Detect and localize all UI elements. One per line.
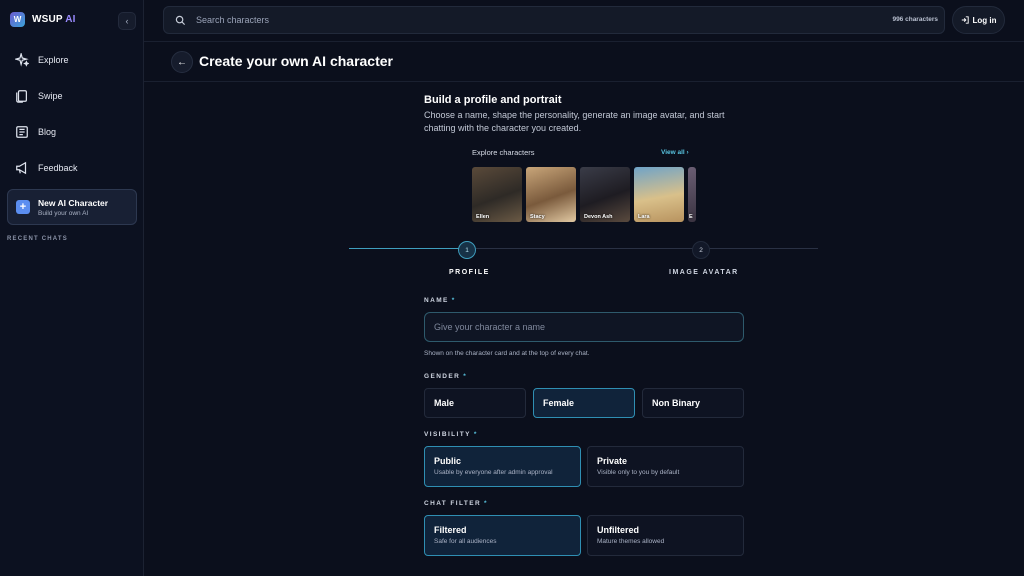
intro-description: Choose a name, shape the personality, ge…: [424, 110, 725, 133]
logo-icon: W: [10, 12, 25, 27]
step-2-label: IMAGE AVATAR: [669, 269, 739, 276]
intro-title: Build a profile and portrait: [424, 94, 562, 106]
view-all-label: View all: [661, 149, 685, 156]
back-button[interactable]: ←: [171, 51, 193, 73]
app-name: WSUP: [32, 14, 63, 25]
new-character-title: New AI Character: [38, 197, 109, 208]
app-name-accent: AI: [65, 14, 76, 25]
option-label: Male: [434, 398, 455, 408]
app-logo[interactable]: W WSUP AI: [10, 12, 76, 27]
option-subtitle: Usable by everyone after admin approval: [434, 469, 553, 476]
option-subtitle: Safe for all audiences: [434, 538, 497, 545]
character-name: Devon Ash: [584, 214, 613, 220]
character-name: Stacy: [530, 214, 545, 220]
character-card-partial[interactable]: E: [688, 167, 696, 222]
sidebar-item-label: Feedback: [38, 163, 78, 173]
recent-chats-label: RECENT CHATS: [7, 236, 68, 242]
name-hint: Shown on the character card and at the t…: [424, 350, 590, 357]
step-2-indicator[interactable]: 2: [692, 241, 710, 259]
view-all-link[interactable]: View all ›: [661, 149, 689, 156]
login-label: Log in: [972, 15, 997, 25]
newspaper-icon: [16, 126, 28, 138]
character-carousel: Ellen Stacy Devon Ash Lara E: [472, 167, 696, 222]
chat-filter-label: CHAT FILTER *: [424, 500, 488, 507]
chat-filter-option-unfiltered[interactable]: Unfiltered Mature themes allowed: [587, 515, 744, 556]
sidebar-item-swipe[interactable]: Swipe: [15, 89, 63, 103]
sparkle-icon: [15, 53, 29, 67]
name-label-text: NAME: [424, 297, 449, 304]
option-title: Unfiltered: [597, 525, 640, 535]
sidebar-item-blog[interactable]: Blog: [15, 125, 56, 139]
gender-option-male[interactable]: Male: [424, 388, 526, 418]
character-card-ellen[interactable]: Ellen: [472, 167, 522, 222]
name-label: NAME *: [424, 297, 456, 304]
sidebar-item-label: Explore: [38, 55, 69, 65]
login-icon: [961, 16, 969, 24]
character-card-devon-ash[interactable]: Devon Ash: [580, 167, 630, 222]
character-count: 996 characters: [892, 16, 938, 23]
page-header: ← Create your own AI character: [144, 41, 1024, 82]
option-label: Female: [543, 398, 575, 408]
required-marker: *: [463, 373, 468, 380]
sidebar-item-explore[interactable]: Explore: [15, 53, 69, 67]
collapse-sidebar-button[interactable]: ‹: [118, 12, 136, 30]
option-subtitle: Mature themes allowed: [597, 538, 665, 545]
chevron-left-icon: ‹: [125, 16, 129, 26]
gender-label-text: GENDER: [424, 373, 461, 380]
new-character-subtitle: Build your own AI: [38, 209, 89, 217]
visibility-label-text: VISIBILITY: [424, 431, 471, 438]
megaphone-icon: [16, 161, 27, 175]
search-input[interactable]: [196, 7, 796, 33]
option-subtitle: Visible only to you by default: [597, 469, 680, 476]
sidebar-item-label: Blog: [38, 127, 57, 137]
required-marker: *: [484, 500, 488, 507]
required-marker: *: [451, 297, 456, 304]
sidebar-item-feedback[interactable]: Feedback: [15, 161, 78, 175]
page-title: Create your own AI character: [199, 53, 393, 69]
required-marker: *: [473, 431, 478, 438]
gender-option-non-binary[interactable]: Non Binary: [642, 388, 744, 418]
chevron-right-icon: ›: [686, 149, 689, 156]
chat-filter-label-text: CHAT FILTER: [424, 500, 482, 507]
sidebar-item-label: Swipe: [38, 91, 63, 101]
step-1-indicator[interactable]: 1: [458, 241, 476, 259]
option-label: Non Binary: [652, 398, 701, 408]
character-card-lara[interactable]: Lara: [634, 167, 684, 222]
character-card-stacy[interactable]: Stacy: [526, 167, 576, 222]
name-input[interactable]: [424, 312, 744, 342]
option-title: Filtered: [434, 525, 467, 535]
stepper-progress-line: [349, 248, 459, 249]
explore-characters-label: Explore characters: [472, 148, 535, 157]
visibility-option-public[interactable]: Public Usable by everyone after admin ap…: [424, 446, 581, 487]
gender-label: GENDER *: [424, 373, 467, 380]
option-title: Public: [434, 456, 462, 466]
new-ai-character-button[interactable]: + New AI Character Build your own AI: [7, 189, 137, 225]
character-name: Lara: [638, 214, 650, 220]
search-bar[interactable]: 996 characters: [163, 6, 945, 34]
option-title: Private: [597, 456, 628, 466]
character-name: Ellen: [476, 214, 490, 220]
chat-filter-option-filtered[interactable]: Filtered Safe for all audiences: [424, 515, 581, 556]
character-name: E: [689, 214, 693, 220]
step-1-label: PROFILE: [449, 269, 490, 276]
stepper-track-line: [476, 248, 818, 249]
visibility-label: VISIBILITY *: [424, 431, 478, 438]
search-icon: [175, 15, 186, 26]
plus-icon: +: [16, 200, 30, 214]
login-button[interactable]: Log in: [952, 6, 1005, 34]
gender-option-female[interactable]: Female: [533, 388, 635, 418]
sidebar: W WSUP AI ‹ Explore Swipe Blog Feedback …: [0, 0, 144, 576]
visibility-option-private[interactable]: Private Visible only to you by default: [587, 446, 744, 487]
arrow-left-icon: ←: [177, 56, 187, 68]
cards-icon: [16, 90, 27, 103]
